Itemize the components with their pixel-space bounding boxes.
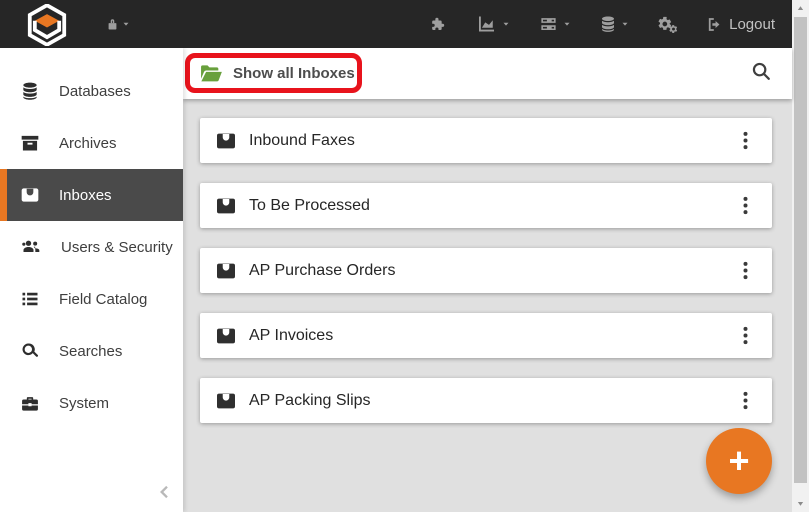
vertical-scrollbar[interactable] bbox=[792, 0, 809, 512]
sidebar-item-label: Databases bbox=[59, 82, 131, 100]
logout-label: Logout bbox=[729, 15, 775, 33]
inbox-name: AP Purchase Orders bbox=[249, 261, 396, 279]
sign-out-icon bbox=[708, 17, 720, 31]
scroll-up-button[interactable] bbox=[792, 0, 809, 17]
content-header: Show all Inboxes bbox=[183, 48, 792, 99]
server-dropdown[interactable] bbox=[538, 15, 572, 34]
server-list-icon bbox=[541, 17, 556, 30]
list-icon bbox=[22, 292, 38, 306]
sidebar-item-field-catalog[interactable]: Field Catalog bbox=[0, 273, 183, 325]
app-window: Logout Databases Archives Inboxes Users … bbox=[0, 0, 809, 512]
logout-button[interactable]: Logout bbox=[706, 16, 775, 33]
content-area: Show all Inboxes Inbound Faxes To Be Pro… bbox=[183, 48, 792, 512]
reports-dropdown[interactable] bbox=[475, 14, 511, 34]
inbox-card-ap-packing-slips[interactable]: AP Packing Slips bbox=[200, 378, 772, 423]
sidebar-item-searches[interactable]: Searches bbox=[0, 325, 183, 377]
sidebar-collapse-button[interactable] bbox=[157, 483, 173, 506]
main-column: Logout Databases Archives Inboxes Users … bbox=[0, 0, 792, 512]
inbox-icon bbox=[217, 393, 235, 408]
inbox-name: AP Packing Slips bbox=[249, 391, 371, 409]
sidebar-item-inboxes[interactable]: Inboxes bbox=[0, 169, 183, 221]
settings-button[interactable] bbox=[657, 14, 679, 34]
show-all-inboxes-button[interactable]: Show all Inboxes bbox=[200, 64, 355, 83]
kebab-menu-icon bbox=[743, 131, 747, 150]
inbox-name: AP Invoices bbox=[249, 326, 334, 344]
inbox-menu-button[interactable] bbox=[728, 384, 762, 418]
kebab-menu-icon bbox=[743, 391, 747, 410]
scroll-down-button[interactable] bbox=[792, 495, 809, 512]
lock-dropdown[interactable] bbox=[104, 16, 131, 33]
inbox-name: To Be Processed bbox=[249, 196, 370, 214]
lock-icon bbox=[108, 18, 117, 29]
inbox-icon bbox=[217, 198, 235, 213]
sidebar-item-label: Field Catalog bbox=[59, 290, 148, 308]
sidebar-item-label: Archives bbox=[59, 134, 117, 152]
archive-box-icon bbox=[21, 135, 39, 151]
sidebar-item-databases[interactable]: Databases bbox=[0, 65, 183, 117]
puzzle-piece-icon bbox=[432, 17, 445, 30]
plus-icon: + bbox=[728, 440, 750, 481]
inbox-menu-button[interactable] bbox=[728, 254, 762, 288]
inbox-name: Inbound Faxes bbox=[249, 131, 355, 149]
sidebar-item-label: System bbox=[59, 394, 110, 412]
open-folder-icon bbox=[201, 65, 222, 82]
square9-cube-logo bbox=[27, 3, 67, 46]
kebab-menu-icon bbox=[743, 261, 747, 280]
sidebar-item-label: Users & Security bbox=[61, 238, 173, 256]
caret-down-icon bbox=[503, 22, 509, 26]
scroll-down-icon bbox=[797, 502, 804, 506]
briefcase-icon bbox=[22, 396, 38, 411]
inbox-list: Inbound Faxes To Be Processed AP Purchas… bbox=[183, 99, 792, 443]
inbox-menu-button[interactable] bbox=[728, 189, 762, 223]
sidebar-nav: Databases Archives Inboxes Users & Secur… bbox=[0, 48, 183, 512]
caret-down-icon bbox=[564, 22, 570, 26]
top-navbar: Logout bbox=[0, 0, 792, 48]
sidebar-item-label: Inboxes bbox=[59, 186, 112, 204]
search-icon bbox=[752, 62, 770, 80]
inbox-menu-button[interactable] bbox=[728, 124, 762, 158]
gears-icon bbox=[658, 16, 678, 33]
inbox-card-inbound-faxes[interactable]: Inbound Faxes bbox=[200, 118, 772, 163]
scrollbar-thumb[interactable] bbox=[794, 17, 807, 483]
users-group-icon bbox=[22, 240, 40, 252]
inbox-icon bbox=[217, 263, 235, 278]
puzzle-piece-button[interactable] bbox=[429, 15, 448, 34]
kebab-menu-icon bbox=[743, 326, 747, 345]
inbox-menu-button[interactable] bbox=[728, 319, 762, 353]
kebab-menu-icon bbox=[743, 196, 747, 215]
scroll-up-icon bbox=[797, 6, 804, 10]
sidebar-item-archives[interactable]: Archives bbox=[0, 117, 183, 169]
inbox-icon bbox=[21, 188, 39, 202]
sidebar-item-label: Searches bbox=[59, 342, 123, 360]
inbox-card-ap-invoices[interactable]: AP Invoices bbox=[200, 313, 772, 358]
body-area: Databases Archives Inboxes Users & Secur… bbox=[0, 48, 792, 512]
chevron-left-icon bbox=[160, 485, 168, 499]
inbox-card-ap-purchase-orders[interactable]: AP Purchase Orders bbox=[200, 248, 772, 293]
database-icon bbox=[23, 82, 37, 100]
show-all-inboxes-label: Show all Inboxes bbox=[233, 65, 355, 82]
caret-down-icon bbox=[123, 22, 129, 26]
inbox-card-to-be-processed[interactable]: To Be Processed bbox=[200, 183, 772, 228]
database-icon bbox=[602, 16, 615, 32]
sidebar-item-system[interactable]: System bbox=[0, 377, 183, 429]
magnifier-icon bbox=[22, 343, 38, 357]
caret-down-icon bbox=[622, 22, 628, 26]
add-inbox-fab[interactable]: + bbox=[706, 428, 772, 494]
inbox-icon bbox=[217, 328, 235, 343]
sidebar-item-users-security[interactable]: Users & Security bbox=[0, 221, 183, 273]
area-chart-icon bbox=[479, 16, 495, 32]
inbox-icon bbox=[217, 133, 235, 148]
database-dropdown[interactable] bbox=[599, 14, 630, 34]
search-button[interactable] bbox=[750, 60, 772, 87]
topbar-actions: Logout bbox=[429, 14, 775, 34]
